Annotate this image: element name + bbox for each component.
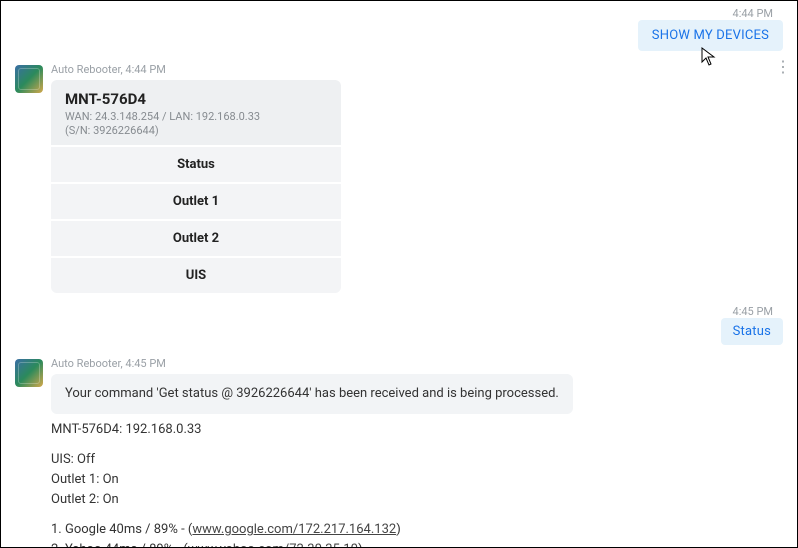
ping-link[interactable]: www.yahoo.com/72.30.35.10 bbox=[188, 542, 358, 547]
ping-line: 2. Yahoo 44ms / 89% - (www.yahoo.com/72.… bbox=[51, 540, 431, 547]
user-message-status[interactable]: Status bbox=[721, 318, 783, 345]
status-line: MNT-576D4: 192.168.0.33 bbox=[51, 420, 431, 440]
timestamp: 4:44 PM bbox=[15, 7, 783, 20]
ping-line: 1. Google 40ms / 89% - (www.google.com/1… bbox=[51, 520, 431, 540]
ping-link[interactable]: www.google.com/172.217.164.132 bbox=[192, 522, 396, 537]
ack-message: Your command 'Get status @ 3926226644' h… bbox=[51, 374, 573, 414]
status-line: Outlet 1: On bbox=[51, 470, 431, 490]
card-button-outlet1[interactable]: Outlet 1 bbox=[51, 182, 341, 219]
bot-avatar bbox=[15, 65, 43, 93]
status-line: UIS: Off bbox=[51, 450, 431, 470]
chat-window: 4:44 PM SHOW MY DEVICES ⋮ Auto Rebooter,… bbox=[1, 1, 797, 547]
bot-avatar bbox=[15, 359, 43, 387]
sender-label: Auto Rebooter, 4:45 PM bbox=[51, 357, 573, 370]
device-card: MNT-576D4 WAN: 24.3.148.254 / LAN: 192.1… bbox=[51, 80, 341, 293]
device-wan-lan: WAN: 24.3.148.254 / LAN: 192.168.0.33 bbox=[65, 110, 327, 123]
status-report: MNT-576D4: 192.168.0.33 UIS: Off Outlet … bbox=[51, 414, 431, 548]
device-title: MNT-576D4 bbox=[65, 90, 327, 108]
more-menu-icon[interactable]: ⋮ bbox=[775, 59, 791, 75]
card-button-outlet2[interactable]: Outlet 2 bbox=[51, 219, 341, 256]
card-button-uis[interactable]: UIS bbox=[51, 256, 341, 293]
card-button-status[interactable]: Status bbox=[51, 145, 341, 182]
sender-label: Auto Rebooter, 4:44 PM bbox=[51, 63, 341, 76]
user-message-show-devices[interactable]: SHOW MY DEVICES bbox=[638, 20, 783, 51]
timestamp: 4:45 PM bbox=[15, 305, 783, 318]
device-sn: (S/N: 3926226644) bbox=[65, 124, 327, 137]
status-line: Outlet 2: On bbox=[51, 490, 431, 510]
